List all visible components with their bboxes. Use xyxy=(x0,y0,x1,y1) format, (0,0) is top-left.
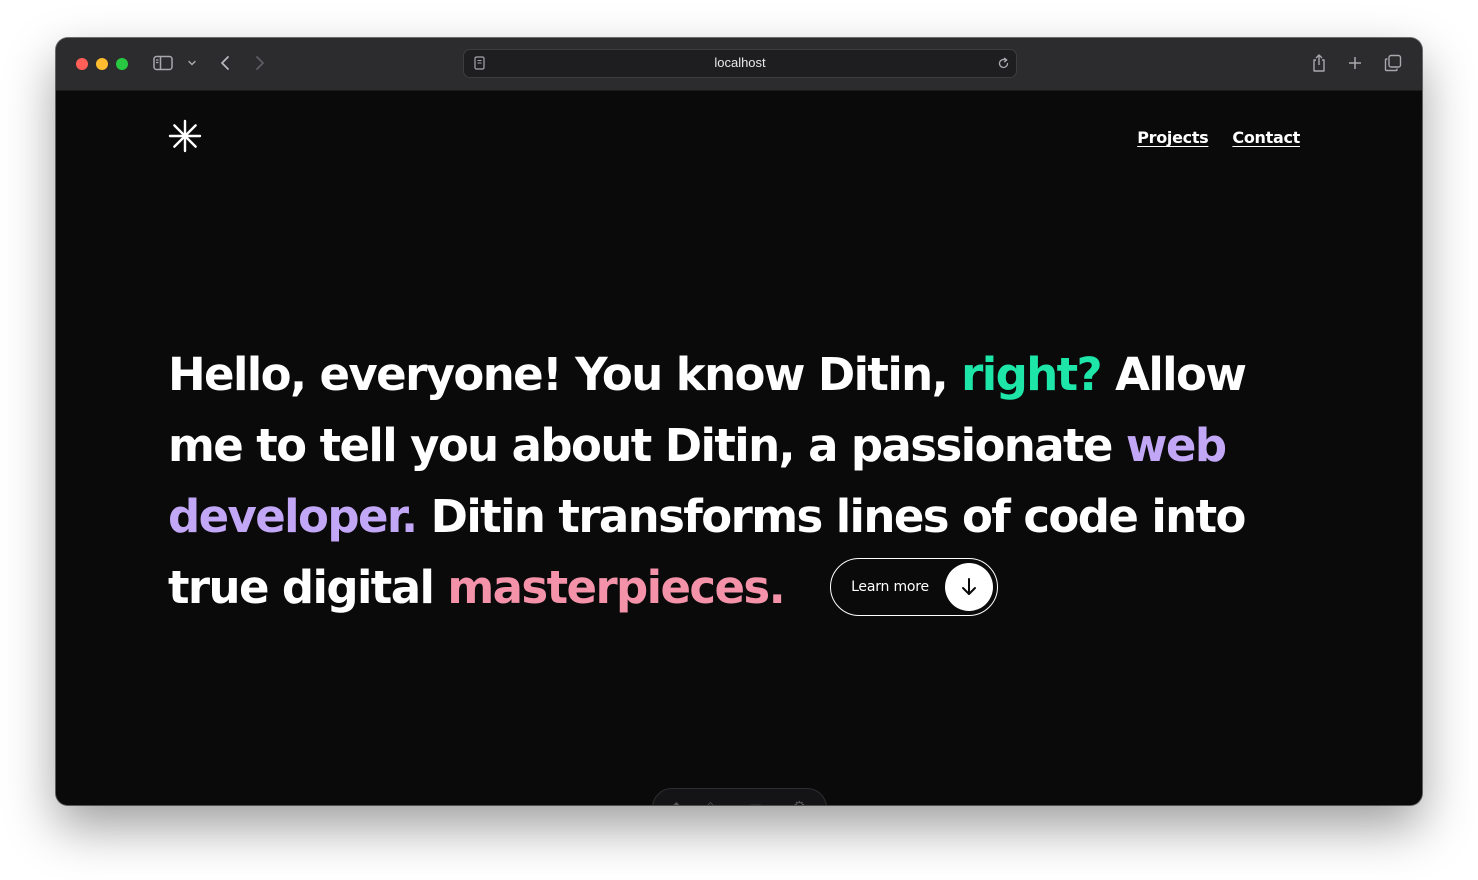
dev-toolbar[interactable]: ◆ ◇ ▭ ⚙ xyxy=(652,788,827,805)
forward-arrow-icon[interactable] xyxy=(252,53,268,73)
hero-text-part1: Hello, everyone! You know Ditin, xyxy=(168,348,962,401)
share-icon[interactable] xyxy=(1310,52,1328,74)
address-bar[interactable]: localhost xyxy=(463,49,1017,78)
tool-icon[interactable]: ⚙ xyxy=(793,799,806,805)
tool-icon[interactable]: ▭ xyxy=(749,799,762,805)
page-content: Projects Contact Hello, everyone! You kn… xyxy=(56,91,1422,805)
url-text: localhost xyxy=(714,55,766,70)
hero-accent-masterpieces: masterpieces. xyxy=(447,561,785,614)
learn-more-button[interactable]: Learn more xyxy=(830,558,998,616)
close-window-button[interactable] xyxy=(76,58,88,70)
chevron-down-icon[interactable] xyxy=(186,57,198,69)
minimize-window-button[interactable] xyxy=(96,58,108,70)
tab-overview-icon[interactable] xyxy=(1383,54,1403,72)
back-arrow-icon[interactable] xyxy=(217,53,233,73)
tool-icon[interactable]: ◇ xyxy=(705,799,716,805)
browser-window: localhost Projects Contact Hello, everyo… xyxy=(56,38,1422,805)
hero-text: Hello, everyone! You know Ditin, right? … xyxy=(168,339,1288,623)
sidebar-icon[interactable] xyxy=(152,54,174,72)
tool-icon[interactable]: ◆ xyxy=(671,799,682,805)
main-nav: Projects Contact xyxy=(1137,128,1300,147)
browser-toolbar: localhost xyxy=(56,38,1422,91)
maximize-window-button[interactable] xyxy=(116,58,128,70)
reload-icon[interactable] xyxy=(996,56,1010,70)
nav-link-projects[interactable]: Projects xyxy=(1137,128,1209,147)
arrow-down-icon xyxy=(944,563,993,611)
asterisk-icon[interactable] xyxy=(168,119,202,157)
learn-more-label: Learn more xyxy=(851,579,929,595)
hero-accent-right: right? xyxy=(961,348,1102,401)
plus-icon[interactable] xyxy=(1347,54,1363,72)
nav-link-contact[interactable]: Contact xyxy=(1232,128,1300,147)
